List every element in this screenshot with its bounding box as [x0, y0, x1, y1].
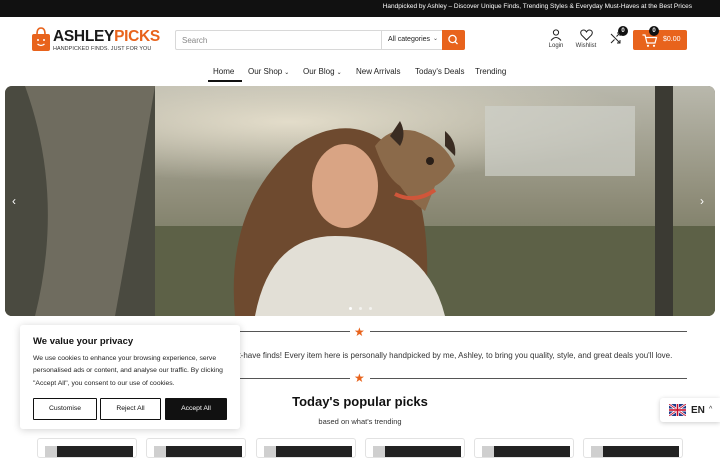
search-button[interactable] — [442, 30, 465, 50]
cart-icon — [642, 34, 658, 47]
product-image — [264, 446, 352, 457]
product-thumb — [373, 446, 385, 457]
product-card[interactable] — [474, 438, 574, 458]
slider-dot[interactable] — [369, 307, 372, 310]
cookie-title: We value your privacy — [33, 336, 134, 347]
star-icon: ★ — [354, 325, 365, 339]
product-image — [591, 446, 679, 457]
reject-all-button[interactable]: Reject All — [100, 398, 161, 420]
brand-tagline: HANDPICKED FINDS. JUST FOR YOU — [53, 46, 152, 52]
customise-button[interactable]: Customise — [33, 398, 97, 420]
product-thumb — [482, 446, 494, 457]
product-image — [482, 446, 570, 457]
search-icon — [448, 34, 458, 45]
product-image — [45, 446, 133, 457]
nav-item-label: Our Shop — [248, 67, 283, 76]
product-image — [373, 446, 461, 457]
product-thumb — [264, 446, 276, 457]
slider-dot[interactable] — [359, 307, 362, 310]
brand-name-part1: ASHLEY — [53, 28, 115, 45]
login-link[interactable]: Login — [546, 29, 566, 49]
brand-name: ASHLEYPICKS — [53, 28, 160, 46]
product-card[interactable] — [365, 438, 465, 458]
nav-item-new-arrivals[interactable]: New Arrivals — [356, 67, 400, 76]
divider-line — [370, 331, 687, 332]
hero-slider[interactable]: ‹ › — [5, 86, 715, 316]
heart-icon — [579, 29, 593, 41]
language-switcher[interactable]: EN ^ — [660, 398, 720, 422]
user-icon — [550, 29, 562, 41]
chevron-right-icon: › — [700, 194, 704, 208]
slider-prev-button[interactable]: ‹ — [12, 194, 16, 208]
announcement-text: Handpicked by Ashley – Discover Unique F… — [382, 3, 692, 10]
hero-image — [5, 86, 715, 316]
accept-all-button[interactable]: Accept All — [165, 398, 227, 420]
product-card[interactable] — [37, 438, 137, 458]
product-image — [154, 446, 242, 457]
compare-link[interactable]: 0 — [608, 26, 628, 44]
slider-dot-active[interactable] — [349, 307, 352, 310]
product-thumb — [154, 446, 166, 457]
cart-total: $0.00 — [663, 36, 681, 43]
announcement-bar: Handpicked by Ashley – Discover Unique F… — [0, 0, 720, 17]
site-logo[interactable]: ASHLEYPICKS HANDPICKED FINDS. JUST FOR Y… — [31, 27, 160, 55]
brand-name-part2: PICKS — [114, 28, 160, 45]
product-thumb — [591, 446, 603, 457]
chevron-down-icon: ⌄ — [284, 70, 290, 76]
product-card[interactable] — [256, 438, 356, 458]
nav-item-our-shop[interactable]: Our Shop ⌄ — [248, 67, 289, 76]
cookie-consent-banner: We value your privacy We use cookies to … — [20, 325, 240, 429]
slider-next-button[interactable]: › — [700, 194, 704, 208]
main-navigation: Home Our Shop ⌄ Our Blog ⌄ New Arrivals To… — [0, 63, 720, 83]
chevron-up-icon: ^ — [709, 406, 713, 413]
search-bar: All categories ⌄ — [175, 30, 465, 50]
nav-item-label: Our Blog — [303, 67, 335, 76]
login-label: Login — [548, 43, 564, 49]
wishlist-label: Wishlist — [575, 43, 597, 49]
chevron-left-icon: ‹ — [12, 194, 16, 208]
search-input[interactable] — [176, 31, 380, 49]
language-code: EN — [691, 405, 705, 416]
wishlist-link[interactable]: Wishlist — [574, 29, 598, 49]
chevron-down-icon: ⌄ — [432, 36, 438, 42]
product-card[interactable] — [583, 438, 683, 458]
nav-item-our-blog[interactable]: Our Blog ⌄ — [303, 67, 342, 76]
divider-line — [370, 378, 687, 379]
site-header: ASHLEYPICKS HANDPICKED FINDS. JUST FOR Y… — [0, 17, 720, 63]
chevron-down-icon: ⌄ — [336, 70, 342, 76]
product-thumb — [45, 446, 57, 457]
nav-item-home[interactable]: Home — [213, 67, 234, 76]
uk-flag-icon — [669, 404, 686, 416]
shopping-bag-logo-icon — [32, 27, 50, 51]
divider-line — [240, 378, 350, 379]
divider-line — [240, 331, 350, 332]
compare-count-badge: 0 — [618, 26, 628, 36]
category-select[interactable]: All categories ⌄ — [381, 31, 443, 49]
nav-item-todays-deals[interactable]: Today's Deals — [415, 67, 465, 76]
intro-text: ust-have finds! Every item here is perso… — [230, 351, 673, 360]
nav-item-trending[interactable]: Trending — [475, 67, 506, 76]
cookie-description: We use cookies to enhance your browsing … — [33, 355, 223, 387]
star-icon: ★ — [354, 371, 365, 385]
active-nav-indicator — [208, 80, 242, 82]
product-card[interactable] — [146, 438, 246, 458]
cart-count-badge: 0 — [649, 26, 659, 36]
cart-button[interactable]: 0 $0.00 — [633, 26, 687, 50]
category-select-value: All categories — [388, 36, 431, 43]
